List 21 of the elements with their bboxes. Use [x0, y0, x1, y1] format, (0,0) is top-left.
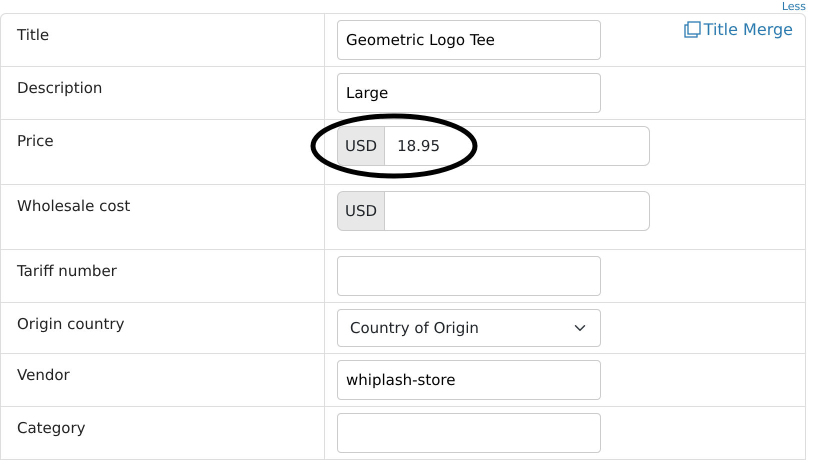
- text-field[interactable]: [337, 256, 601, 296]
- less-link[interactable]: Less: [782, 0, 806, 13]
- field-label: Category: [17, 419, 86, 437]
- field-label: Vendor: [17, 366, 70, 384]
- title-merge-link[interactable]: Title Merge: [684, 18, 793, 42]
- text-field[interactable]: [337, 413, 601, 453]
- field-label: Description: [17, 79, 102, 97]
- currency-label: USD: [337, 126, 386, 166]
- text-field[interactable]: Large: [337, 73, 601, 113]
- country-select[interactable]: Country of Origin: [337, 309, 601, 347]
- text-field[interactable]: Geometric Logo Tee: [337, 20, 601, 60]
- field-label: Title: [17, 26, 50, 44]
- text-field[interactable]: whiplash-store: [337, 360, 601, 400]
- field-label: Price: [17, 132, 54, 150]
- field-label: Wholesale cost: [17, 197, 130, 215]
- currency-label: USD: [337, 191, 386, 231]
- price-field[interactable]: [384, 191, 650, 231]
- copy-icon: [684, 21, 702, 39]
- price-field[interactable]: 18.95: [384, 126, 650, 166]
- field-label: Origin country: [17, 315, 124, 333]
- field-label: Tariff number: [17, 262, 117, 280]
